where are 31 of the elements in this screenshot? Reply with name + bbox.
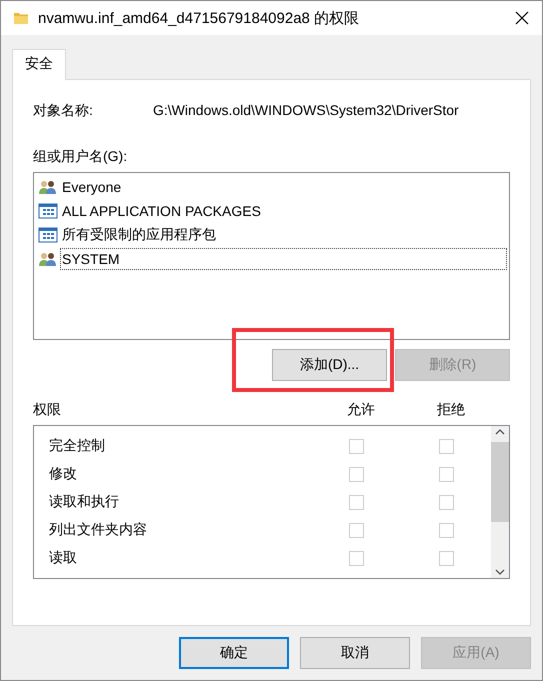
column-header: 允许: [346, 401, 376, 419]
close-button[interactable]: [514, 10, 530, 26]
column-header: 拒绝: [436, 401, 466, 419]
scroll-thumb[interactable]: [491, 442, 509, 522]
button[interactable]: 确定: [179, 637, 289, 669]
users-icon: [38, 251, 58, 267]
button: 应用(A): [421, 637, 531, 669]
button[interactable]: 取消: [300, 637, 410, 669]
section-label: 组或用户名(G):: [33, 148, 128, 164]
button: 删除(R): [395, 349, 510, 381]
package-icon: [38, 227, 58, 243]
field-label: 对象名称:: [33, 102, 94, 120]
package-icon: [38, 203, 58, 219]
folder-icon: [14, 12, 28, 24]
permission-name: 列出文件夹内容: [49, 521, 148, 539]
list-item[interactable]: 所有受限制的应用程序包: [36, 223, 507, 247]
section-label: 权限: [33, 401, 62, 419]
list-item[interactable]: ALL APPLICATION PACKAGES: [36, 199, 507, 223]
permission-name: 完全控制: [49, 437, 106, 455]
scrollbar[interactable]: [491, 426, 509, 578]
users-icon: [38, 179, 58, 195]
permission-name: 读取和执行: [49, 493, 120, 511]
window-title: nvamwu.inf_amd64_d4715679184092a8 的权限: [38, 8, 360, 28]
permission-name: 修改: [49, 465, 78, 483]
scroll-up-icon[interactable]: [495, 428, 505, 436]
button[interactable]: 添加(D)...: [272, 349, 387, 381]
tab[interactable]: 安全: [12, 49, 66, 80]
object-path: G:\Windows.old\WINDOWS\System32\DriverStor: [153, 102, 459, 120]
permission-name: 读取: [49, 549, 78, 567]
scroll-down-icon[interactable]: [495, 568, 505, 576]
list-item[interactable]: Everyone: [36, 175, 507, 199]
